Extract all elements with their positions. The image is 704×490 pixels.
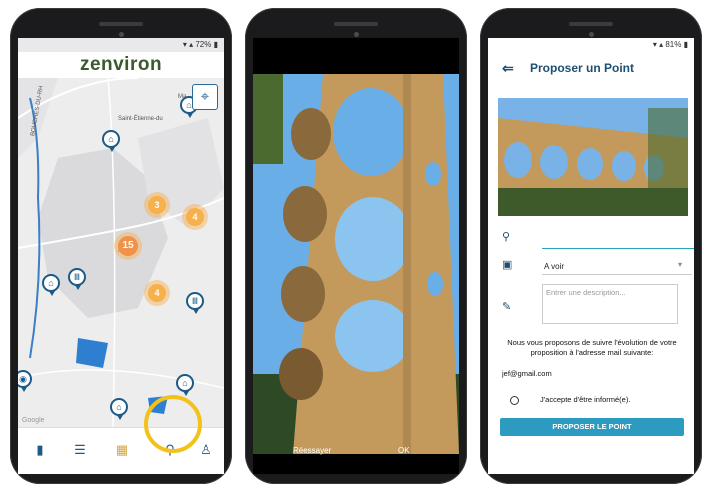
map-book-icon[interactable]: ▮ [28, 442, 52, 458]
edit-icon: ✎ [502, 301, 512, 313]
category-select[interactable]: A voir [544, 262, 564, 271]
user-icon[interactable]: ♙ [194, 442, 218, 458]
locate-me-button[interactable]: ⌖ [192, 84, 218, 110]
map-view[interactable]: BOUCHES-DU-RH Saint-Étienne-du Ma Fo ⌂ ⌂… [18, 78, 224, 428]
map-screen: ▾ ▴ 72% ▮ zenviron BOUCHES-DU-RH Saint-É… [18, 38, 224, 474]
submit-button[interactable]: PROPOSER LE POINT [500, 418, 684, 436]
highlight-circle [144, 395, 202, 453]
category-icon: ▣ [502, 259, 513, 271]
back-icon[interactable]: ⇐ [502, 54, 514, 82]
cluster-badge[interactable]: 15 [118, 236, 138, 256]
camera [589, 32, 594, 37]
ok-button[interactable]: OK [398, 446, 410, 455]
list-icon[interactable]: ☰ [68, 442, 92, 458]
camera [119, 32, 124, 37]
location-icon: ⚲ [502, 231, 511, 243]
accept-radio[interactable] [510, 396, 519, 405]
museum-pin-icon[interactable]: Ⅲ [186, 292, 204, 314]
photo-screen: Réessayer OK [253, 38, 459, 474]
cluster-badge[interactable]: 4 [148, 284, 166, 302]
status-bar: ▾ ▴ 81% ▮ [652, 40, 688, 49]
google-watermark: Google [22, 417, 45, 424]
battery-level: 81% [665, 40, 682, 49]
speaker [334, 22, 378, 26]
location-field[interactable] [542, 248, 694, 249]
form-screen: ▾ ▴ 81% ▮ ⇐ Proposer un Point ⚲ ▣ A voir… [488, 38, 694, 474]
app-logo: zenviron [79, 54, 163, 75]
phone-camera: Réessayer OK [245, 8, 467, 484]
form-header: ⇐ Proposer un Point [488, 54, 694, 82]
email-notice: Nous vous proposons de suivre l'évolutio… [507, 338, 677, 357]
cluster-badge[interactable]: 3 [148, 196, 166, 214]
battery-level: 72% [195, 40, 212, 49]
speaker [99, 22, 143, 26]
phone-form: ▾ ▴ 81% ▮ ⇐ Proposer un Point ⚲ ▣ A voir… [480, 8, 702, 484]
status-bar: ▾ ▴ 72% ▮ [182, 40, 218, 49]
speaker [569, 22, 613, 26]
map-icon[interactable]: ▦ [110, 442, 134, 458]
chevron-down-icon[interactable]: ▾ [678, 260, 682, 269]
monument-pin-icon[interactable]: ⌂ [102, 130, 120, 152]
retry-button[interactable]: Réessayer [293, 446, 331, 455]
map-label-town: Saint-Étienne-du [118, 116, 163, 122]
aqueduct-thumbnail [498, 98, 688, 216]
camera [354, 32, 359, 37]
accept-label: J'accepte d'être informé(e). [540, 395, 631, 404]
app-header: zenviron [18, 52, 224, 78]
email-value: jef@gmail.com [502, 369, 552, 378]
select-underline [542, 274, 692, 275]
captured-photo [253, 74, 459, 454]
museum-pin-icon[interactable]: Ⅲ [68, 268, 86, 290]
page-title: Proposer un Point [530, 61, 635, 75]
description-field[interactable]: Entrer une description... [542, 284, 678, 324]
cluster-badge[interactable]: 4 [186, 208, 204, 226]
monument-pin-icon[interactable]: ⌂ [176, 374, 194, 396]
monument-pin-icon[interactable]: ⌂ [110, 398, 128, 420]
aqueduct-image [253, 74, 459, 454]
point-photo [498, 98, 688, 216]
phone-map: ▾ ▴ 72% ▮ zenviron BOUCHES-DU-RH Saint-É… [10, 8, 232, 484]
monument-pin-icon[interactable]: ⌂ [42, 274, 60, 296]
crosshair-icon: ⌖ [200, 88, 210, 105]
